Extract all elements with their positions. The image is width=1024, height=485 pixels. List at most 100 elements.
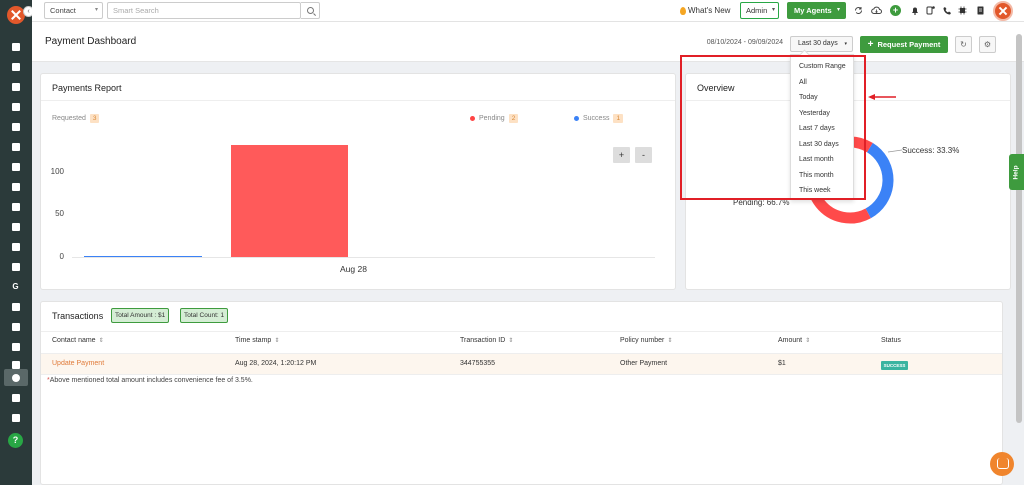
col-header-label: Amount xyxy=(778,337,803,344)
legend-requested-count: 3 xyxy=(89,114,100,123)
sort-icon: ⇕ xyxy=(508,338,514,344)
legend-pending-count: 2 xyxy=(508,114,519,123)
col-amount[interactable]: Amount ⇕ xyxy=(778,337,810,344)
row-contact-link[interactable]: Update Payment xyxy=(52,360,104,367)
flame-icon xyxy=(680,6,686,15)
user-avatar[interactable] xyxy=(993,1,1013,21)
table-divider xyxy=(41,331,1002,332)
settings-button[interactable]: ⚙ xyxy=(979,36,996,53)
legend-requested-label: Requested xyxy=(52,115,86,122)
sidebar-item-contacts[interactable] xyxy=(9,60,22,73)
sidebar-item-dashboard[interactable] xyxy=(9,40,22,53)
sidebar-item-tasks[interactable] xyxy=(9,220,22,233)
zoom-out-button[interactable]: - xyxy=(635,147,652,163)
sidebar-item-campaigns[interactable] xyxy=(9,180,22,193)
sidebar-item-lists[interactable] xyxy=(9,120,22,133)
legend-pending-label: Pending xyxy=(479,115,505,122)
signature-icon xyxy=(11,360,20,369)
whats-new-label: What's New xyxy=(688,6,731,15)
sidebar-item-reports[interactable] xyxy=(9,240,22,253)
top-bar: Contact▾ What's New Admin▾ My Agents▾ + xyxy=(32,0,1024,22)
bank-icon xyxy=(11,102,20,111)
sidebar-item-carriers[interactable] xyxy=(9,100,22,113)
page-scrollbar[interactable] xyxy=(1016,34,1022,423)
sidebar-item-settings[interactable] xyxy=(9,411,22,424)
highlight-box xyxy=(680,55,866,200)
whats-new-link[interactable]: What's New xyxy=(680,3,730,18)
success-dot-icon xyxy=(574,116,579,121)
chevron-down-icon: ▾ xyxy=(771,7,775,13)
smart-search-input[interactable] xyxy=(107,2,301,19)
megaphone-icon xyxy=(11,182,20,191)
help-icon[interactable]: ? xyxy=(8,433,23,448)
donut-slice-success[interactable] xyxy=(865,142,894,219)
legend-requested[interactable]: Requested 3 xyxy=(52,114,100,123)
cloud-download-icon[interactable] xyxy=(871,6,882,15)
chip-icon[interactable] xyxy=(958,6,967,15)
dollar-icon xyxy=(12,373,20,382)
search-scope-select[interactable]: Contact ▾ xyxy=(44,2,103,19)
gear-icon xyxy=(11,413,20,422)
period-select-button[interactable]: Last 30 days ▾ xyxy=(790,36,853,52)
col-policy-number[interactable]: Policy number ⇕ xyxy=(620,337,672,344)
fee-note: *Above mentioned total amount includes c… xyxy=(47,377,253,384)
contacts-icon xyxy=(11,62,20,71)
role-value: Admin xyxy=(746,6,768,15)
highlight-arrow-icon xyxy=(868,94,896,100)
row-policy: Other Payment xyxy=(620,360,668,367)
bell-icon[interactable] xyxy=(910,6,919,15)
pending-dot-icon xyxy=(470,116,475,121)
sort-icon: ⇕ xyxy=(98,338,104,344)
refresh-button[interactable]: ↻ xyxy=(955,36,972,53)
row-amount: $1 xyxy=(778,360,786,367)
mobile-icon[interactable] xyxy=(926,6,935,15)
phone-icon[interactable] xyxy=(943,6,952,15)
legend-success[interactable]: Success 1 xyxy=(574,114,624,123)
sort-icon: ⇕ xyxy=(667,338,673,344)
bar-pending[interactable] xyxy=(231,145,348,257)
bar-success[interactable] xyxy=(84,255,202,257)
request-payment-button[interactable]: + Request Payment xyxy=(860,36,948,53)
table-row[interactable] xyxy=(41,353,1002,375)
role-select[interactable]: Admin ▾ xyxy=(740,2,779,19)
col-transaction-id[interactable]: Transaction ID ⇕ xyxy=(460,337,513,344)
sidebar-item-email[interactable] xyxy=(9,340,22,353)
sidebar-item-notes[interactable] xyxy=(9,200,22,213)
chevron-down-icon: ▾ xyxy=(836,7,840,13)
sort-icon: ⇕ xyxy=(805,338,811,344)
refresh-icon: ↻ xyxy=(960,40,967,49)
col-header-label: Transaction ID xyxy=(460,337,506,344)
sync-icon[interactable] xyxy=(854,6,863,15)
sidebar-item-filters[interactable] xyxy=(9,160,22,173)
sidebar-item-google[interactable]: G xyxy=(9,280,22,293)
chat-icon[interactable] xyxy=(990,452,1014,476)
brand-logo[interactable] xyxy=(7,6,25,24)
period-select-label: Last 30 days xyxy=(798,40,838,47)
my-agents-button[interactable]: My Agents ▾ xyxy=(787,2,846,19)
sidebar-item-files[interactable] xyxy=(9,260,22,273)
donut-label-success: Success: 33.3% xyxy=(902,146,960,155)
col-time-stamp[interactable]: Time stamp ⇕ xyxy=(235,337,279,344)
zoom-in-button[interactable]: + xyxy=(613,147,630,163)
sidebar-item-documents[interactable] xyxy=(9,80,22,93)
date-range-display[interactable]: 08/10/2024 - 09/09/2024 xyxy=(678,36,783,50)
search-scope-value: Contact xyxy=(50,6,76,15)
search-button[interactable] xyxy=(301,2,320,19)
help-tab[interactable]: Help xyxy=(1009,154,1024,190)
sidebar-item-payments[interactable] xyxy=(4,369,28,386)
list-icon xyxy=(11,122,20,131)
plus-icon: + xyxy=(867,39,874,50)
sidebar-item-forms[interactable] xyxy=(9,140,22,153)
document-icon[interactable] xyxy=(976,6,985,15)
form-icon xyxy=(11,142,20,151)
add-icon[interactable]: + xyxy=(890,5,901,16)
sidebar-item-analytics[interactable] xyxy=(9,391,22,404)
sidebar-item-calendar[interactable] xyxy=(9,320,22,333)
tasks-icon xyxy=(11,222,20,231)
total-amount-badge: Total Amount : $1 xyxy=(111,308,170,323)
col-contact-name[interactable]: Contact name ⇕ xyxy=(52,337,104,344)
y-tick-label: 50 xyxy=(55,209,64,219)
sidebar-item-templates[interactable] xyxy=(9,300,22,313)
dashboard-icon xyxy=(11,42,20,51)
legend-pending[interactable]: Pending 2 xyxy=(470,114,519,123)
